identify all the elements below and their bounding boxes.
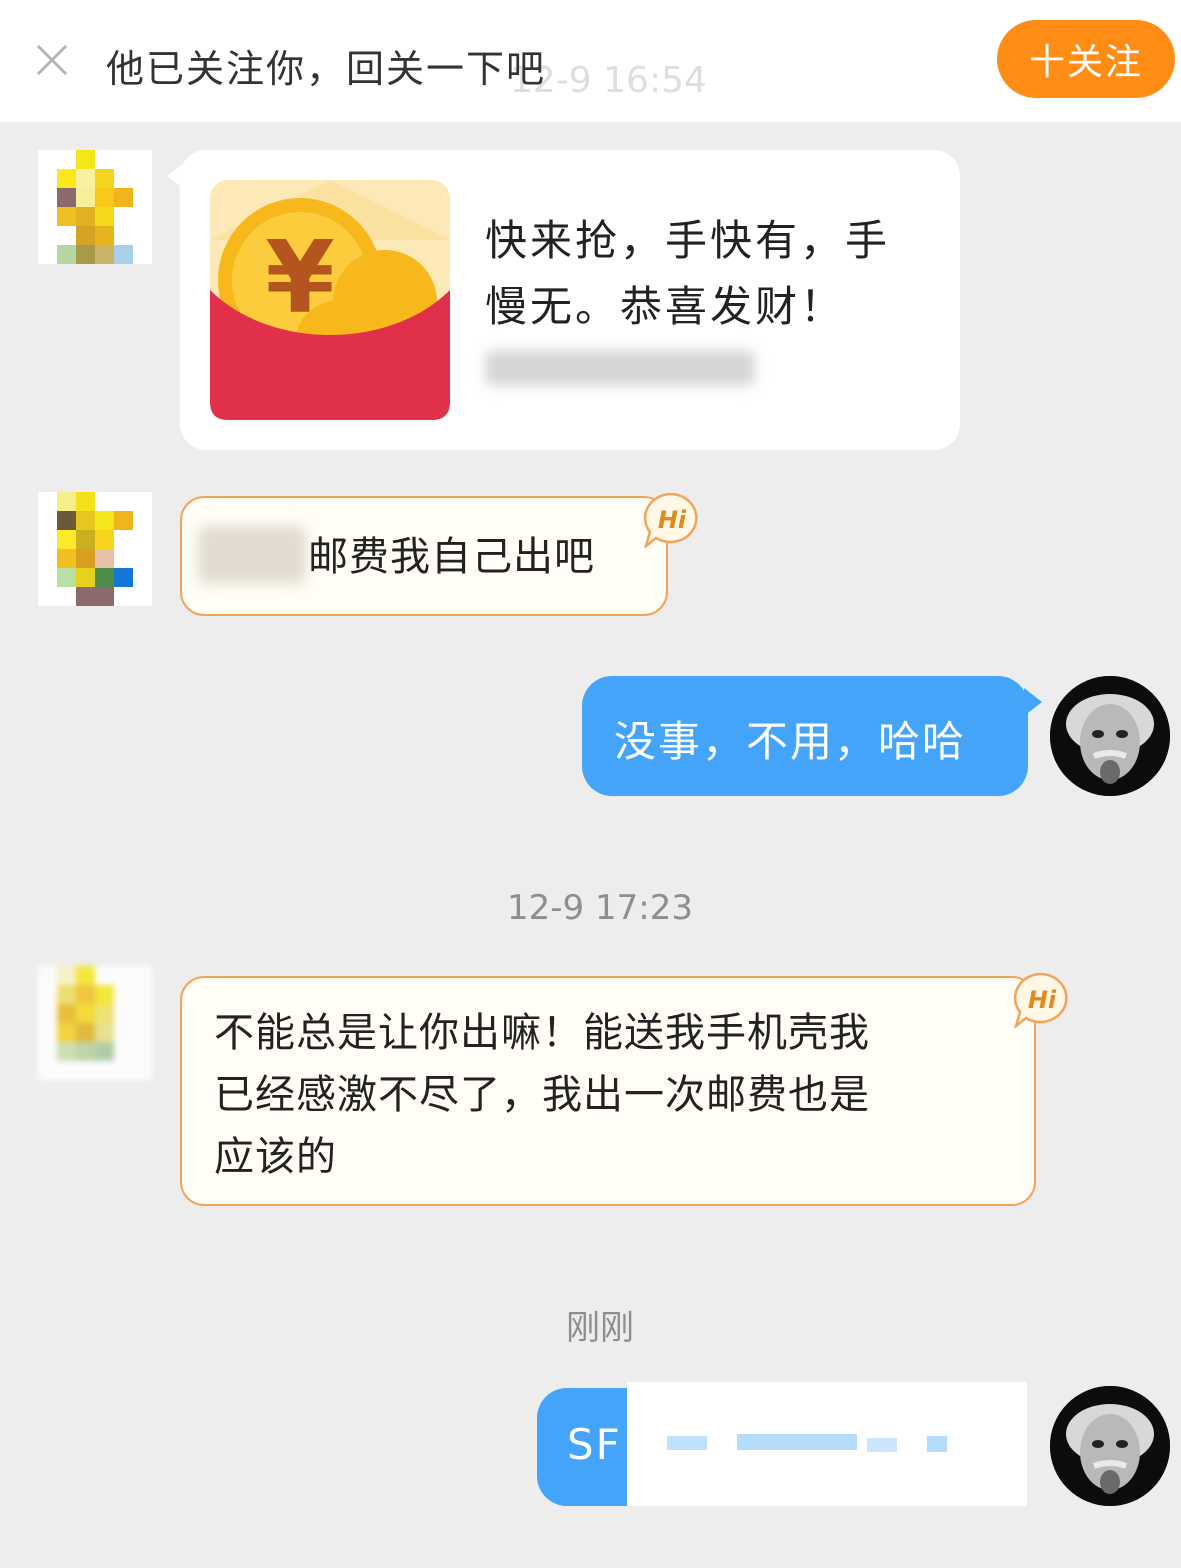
hi-badge-icon: Hi [642, 492, 700, 550]
message-text: 没事，不用，哈哈 [614, 717, 967, 766]
red-packet-text-line1: 快来抢，手快有，手 [485, 216, 891, 265]
sender-avatar[interactable] [38, 966, 152, 1080]
message-timestamp: 刚刚 [566, 1308, 634, 1348]
message-text-line3: 应该的 [214, 1134, 337, 1180]
red-packet-text-line2: 慢无。恭喜发财！ [485, 282, 846, 331]
svg-text:Hi: Hi [658, 506, 687, 534]
user-avatar[interactable] [1050, 676, 1170, 796]
message-text: 邮费我自己出吧 [308, 534, 595, 580]
message-text: SF [567, 1420, 622, 1469]
message-text-line2: 已经感激不尽了，我出一次邮费也是 [214, 1072, 870, 1118]
outgoing-message[interactable]: 没事，不用，哈哈 [582, 676, 1028, 796]
message-timestamp: 12-9 17:23 [507, 888, 693, 928]
redaction-overlay [667, 1436, 707, 1450]
incoming-message[interactable]: 邮费我自己出吧 [180, 496, 668, 616]
red-packet-icon: ¥ [210, 180, 450, 420]
redaction-overlay [737, 1434, 857, 1450]
sender-avatar[interactable] [38, 492, 152, 606]
svg-text:Hi: Hi [1028, 986, 1057, 1014]
user-avatar[interactable] [1050, 1386, 1170, 1506]
close-icon[interactable] [30, 38, 74, 82]
message-text-line1: 不能总是让你出嘛！能送我手机壳我 [214, 1010, 870, 1056]
bubble-tail [1024, 688, 1042, 716]
sender-avatar[interactable] [38, 150, 152, 264]
follow-prompt-bar: 12-9 16:54 他已关注你，回关一下吧 十关注 [0, 0, 1181, 122]
redacted-text [485, 350, 755, 386]
outgoing-message[interactable]: SF [537, 1382, 1027, 1506]
incoming-message[interactable]: 不能总是让你出嘛！能送我手机壳我 已经感激不尽了，我出一次邮费也是 应该的 [180, 976, 1036, 1206]
redaction-overlay [927, 1436, 947, 1452]
redaction-overlay [867, 1438, 897, 1452]
redacted-text [198, 526, 306, 584]
follow-button[interactable]: 十关注 [997, 20, 1175, 98]
follow-prompt-text: 他已关注你，回关一下吧 [106, 47, 547, 91]
hi-badge-icon: Hi [1012, 972, 1070, 1030]
red-packet-message[interactable]: ¥ 快来抢，手快有，手 慢无。恭喜发财！ [180, 150, 960, 450]
